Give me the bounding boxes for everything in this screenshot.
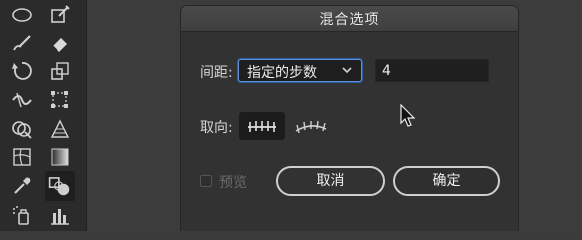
chevron-down-icon [342, 67, 352, 74]
mouse-cursor-icon [400, 104, 416, 127]
preview-checkbox[interactable] [200, 175, 212, 187]
perspective-grid-icon[interactable] [47, 116, 73, 142]
symbol-sprayer-icon[interactable] [9, 203, 35, 229]
rotate-icon[interactable] [9, 58, 35, 84]
shape-builder-icon[interactable] [9, 116, 35, 142]
orientation-label: 取向: [200, 120, 233, 136]
app-window: 混合选项 间距: 指定的步数 取向: 预览 取消 确定 [0, 0, 582, 231]
align-to-path-icon [295, 120, 327, 134]
steps-input[interactable] [375, 59, 489, 82]
cancel-button[interactable]: 取消 [276, 166, 385, 196]
blend-options-dialog: 混合选项 间距: 指定的步数 取向: 预览 取消 确定 [181, 6, 518, 231]
ellipse-icon[interactable] [9, 2, 35, 28]
spacing-label: 间距: [200, 65, 233, 81]
align-to-path-button[interactable] [288, 112, 334, 140]
shaper-icon[interactable] [47, 2, 73, 28]
gradient-icon[interactable] [47, 144, 73, 170]
eyedropper-icon[interactable] [9, 173, 35, 199]
align-to-page-icon [248, 121, 276, 132]
ok-button[interactable]: 确定 [393, 166, 500, 196]
scale-icon[interactable] [47, 58, 73, 84]
spacing-select-value: 指定的步数 [247, 65, 317, 81]
dialog-title: 混合选项 [319, 12, 380, 28]
width-icon[interactable] [9, 86, 35, 112]
paintbrush-icon[interactable] [9, 30, 35, 56]
dialog-titlebar[interactable]: 混合选项 [181, 6, 518, 32]
mesh-icon[interactable] [9, 144, 35, 170]
spacing-select[interactable]: 指定的步数 [238, 59, 362, 82]
preview-label: 预览 [219, 175, 247, 191]
free-transform-icon[interactable] [47, 86, 73, 112]
tools-panel [0, 0, 87, 231]
eraser-icon[interactable] [47, 30, 73, 56]
column-graph-icon[interactable] [47, 203, 73, 229]
align-to-page-button[interactable] [239, 112, 285, 140]
blend-icon[interactable] [45, 171, 75, 201]
